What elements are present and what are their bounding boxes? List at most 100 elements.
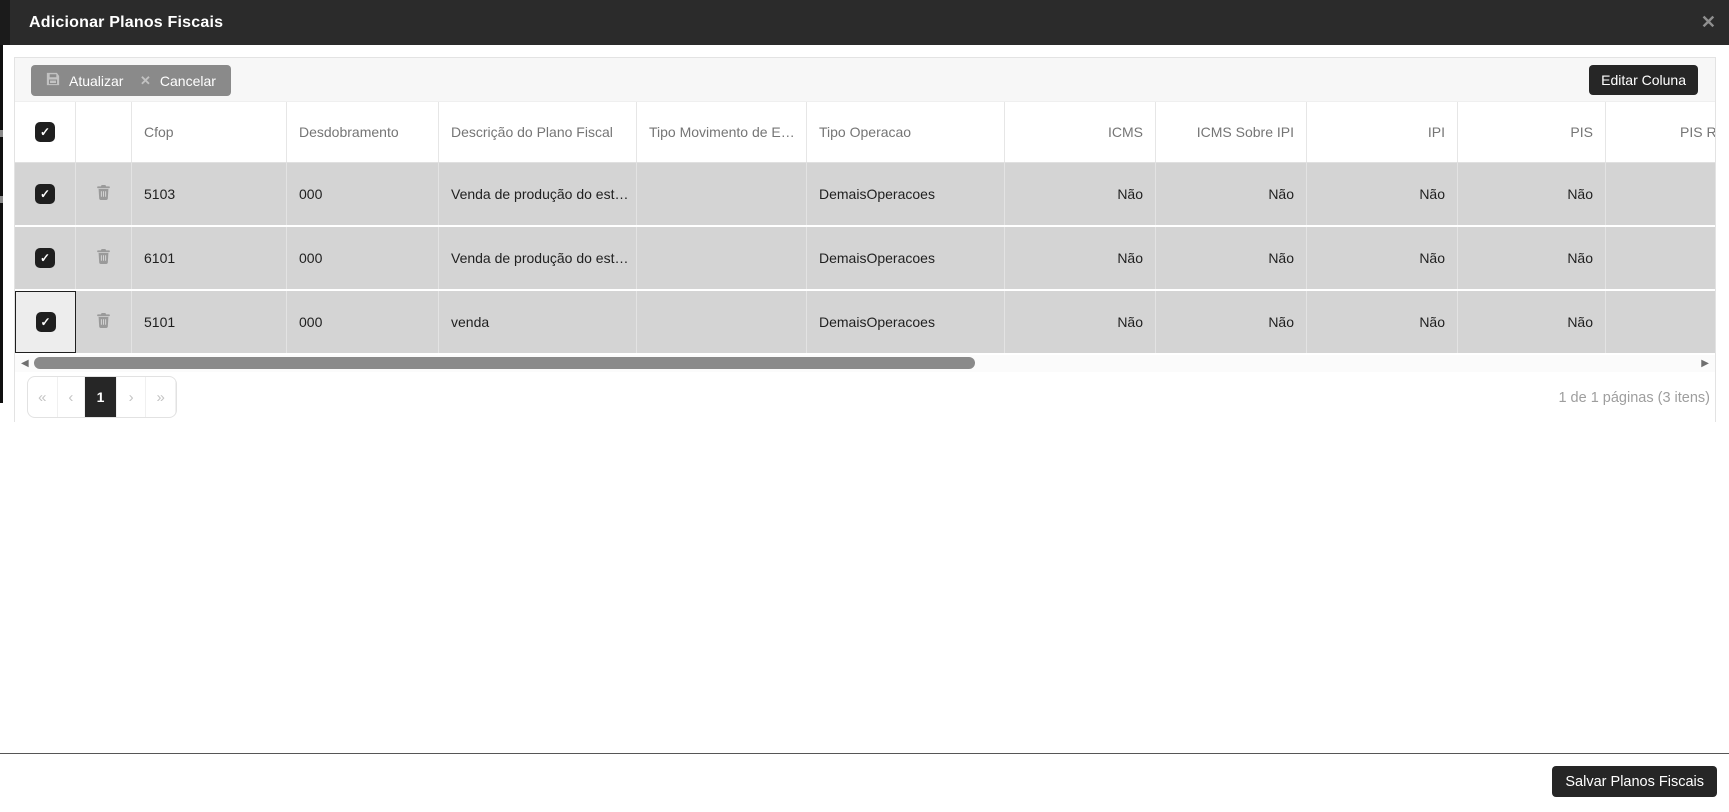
- modal-titlebar: Adicionar Planos Fiscais ✕: [0, 0, 1729, 45]
- editar-coluna-button[interactable]: Editar Coluna: [1589, 65, 1698, 95]
- column-header-icms[interactable]: ICMS: [1005, 102, 1156, 162]
- column-header-pis-re[interactable]: PIS Re: [1606, 102, 1715, 162]
- scrollbar-thumb[interactable]: [34, 357, 975, 369]
- atualizar-button[interactable]: Atualizar: [31, 65, 138, 96]
- cell-icms: Não: [1005, 227, 1156, 289]
- table-row[interactable]: ✓ 5101 000 venda DemaisOperacoes Não Não…: [15, 291, 1715, 353]
- salvar-planos-fiscais-button[interactable]: Salvar Planos Fiscais: [1552, 766, 1717, 797]
- cell-tipo-movimento: [637, 163, 807, 225]
- pagination-first-button[interactable]: «: [28, 377, 58, 417]
- pagination-group: « ‹ 1 › »: [27, 376, 177, 418]
- cell-icms: Não: [1005, 291, 1156, 353]
- cell-descricao: Venda de produção do est…: [439, 227, 637, 289]
- titlebar-seam: [0, 0, 10, 45]
- check-icon: ✓: [40, 187, 50, 201]
- cell-tipo-operacao: DemaisOperacoes: [807, 163, 1005, 225]
- cell-desdobramento: 000: [287, 163, 439, 225]
- column-header-descricao[interactable]: Descrição do Plano Fiscal: [439, 102, 637, 162]
- cell-tipo-operacao: DemaisOperacoes: [807, 291, 1005, 353]
- trash-icon: [97, 313, 110, 331]
- scroll-right-icon[interactable]: ▶: [1701, 355, 1709, 372]
- cell-ipi: Não: [1307, 163, 1458, 225]
- cell-pis-re: [1606, 163, 1715, 225]
- pagination-info: 1 de 1 páginas (3 itens): [1558, 372, 1710, 424]
- cell-pis: Não: [1458, 163, 1606, 225]
- column-header-actions: [76, 102, 132, 162]
- modal-title: Adicionar Planos Fiscais: [29, 0, 223, 45]
- cell-icms-sobre-ipi: Não: [1156, 291, 1307, 353]
- cell-pis: Não: [1458, 227, 1606, 289]
- row-checkbox-cell[interactable]: ✓: [15, 163, 76, 225]
- cell-ipi: Não: [1307, 227, 1458, 289]
- modal-dialog: Adicionar Planos Fiscais ✕ Atualizar ✕: [0, 0, 1729, 812]
- cell-pis-re: [1606, 227, 1715, 289]
- cancelar-label: Cancelar: [160, 73, 216, 89]
- cell-tipo-movimento: [637, 291, 807, 353]
- pagination-page-1-button[interactable]: 1: [85, 377, 117, 417]
- check-icon: ✓: [40, 315, 50, 329]
- cell-descricao: venda: [439, 291, 637, 353]
- row-checkbox[interactable]: ✓: [35, 248, 55, 268]
- column-header-pis[interactable]: PIS: [1458, 102, 1606, 162]
- delete-row-button[interactable]: [97, 313, 110, 331]
- row-actions-cell: [76, 163, 132, 225]
- pagination-last-button[interactable]: »: [146, 377, 176, 417]
- background-page-fragment: [0, 130, 3, 137]
- cell-icms-sobre-ipi: Não: [1156, 163, 1307, 225]
- footer-divider: [0, 753, 1729, 754]
- background-page-fragment: [0, 196, 3, 203]
- table-header-row: ✓ Cfop Desdobramento Descrição do Plano …: [15, 102, 1715, 163]
- cancel-x-icon: ✕: [140, 74, 151, 87]
- trash-icon: [97, 185, 110, 203]
- row-checkbox[interactable]: ✓: [36, 312, 56, 332]
- table-row[interactable]: ✓ 6101 000 Venda de produção do est… Dem…: [15, 227, 1715, 289]
- row-checkbox[interactable]: ✓: [35, 184, 55, 204]
- cell-cfop: 5103: [132, 163, 287, 225]
- table-rows: ✓ 5103 000 Venda de produção do est… Dem…: [15, 163, 1715, 353]
- column-header-desdobramento[interactable]: Desdobramento: [287, 102, 439, 162]
- cell-cfop: 5101: [132, 291, 287, 353]
- cell-ipi: Não: [1307, 291, 1458, 353]
- horizontal-scrollbar[interactable]: ◀ ▶: [15, 355, 1715, 372]
- grid-toolbar: Atualizar ✕ Cancelar Editar Coluna: [15, 58, 1715, 102]
- row-checkbox-cell[interactable]: ✓: [15, 291, 76, 353]
- pagination-prev-button[interactable]: ‹: [58, 377, 86, 417]
- column-header-cfop[interactable]: Cfop: [132, 102, 287, 162]
- column-header-tipo-movimento[interactable]: Tipo Movimento de E…: [637, 102, 807, 162]
- delete-row-button[interactable]: [97, 185, 110, 203]
- atualizar-label: Atualizar: [69, 73, 123, 89]
- cell-desdobramento: 000: [287, 227, 439, 289]
- delete-row-button[interactable]: [97, 249, 110, 267]
- scroll-left-icon[interactable]: ◀: [21, 355, 29, 372]
- trash-icon: [97, 249, 110, 267]
- check-icon: ✓: [40, 125, 50, 139]
- cell-icms: Não: [1005, 163, 1156, 225]
- cell-pis: Não: [1458, 291, 1606, 353]
- row-actions-cell: [76, 291, 132, 353]
- column-header-tipo-operacao[interactable]: Tipo Operacao: [807, 102, 1005, 162]
- column-header-ipi[interactable]: IPI: [1307, 102, 1458, 162]
- cell-cfop: 6101: [132, 227, 287, 289]
- column-header-icms-sobre-ipi[interactable]: ICMS Sobre IPI: [1156, 102, 1307, 162]
- salvar-label: Salvar Planos Fiscais: [1565, 774, 1704, 790]
- row-actions-cell: [76, 227, 132, 289]
- cell-descricao: Venda de produção do est…: [439, 163, 637, 225]
- save-icon: [46, 72, 60, 89]
- table-row[interactable]: ✓ 5103 000 Venda de produção do est… Dem…: [15, 163, 1715, 225]
- select-all-checkbox[interactable]: ✓: [35, 122, 55, 142]
- pagination-next-button[interactable]: ›: [117, 377, 147, 417]
- row-checkbox-cell[interactable]: ✓: [15, 227, 76, 289]
- cell-tipo-operacao: DemaisOperacoes: [807, 227, 1005, 289]
- editar-coluna-label: Editar Coluna: [1601, 72, 1686, 88]
- cell-tipo-movimento: [637, 227, 807, 289]
- check-icon: ✓: [40, 251, 50, 265]
- cell-pis-re: [1606, 291, 1715, 353]
- close-icon: ✕: [1701, 12, 1716, 33]
- cell-desdobramento: 000: [287, 291, 439, 353]
- close-button[interactable]: ✕: [1701, 0, 1716, 45]
- cancelar-button[interactable]: ✕ Cancelar: [125, 65, 231, 96]
- pagination-bar: « ‹ 1 › » 1 de 1 páginas (3 itens): [15, 372, 1715, 424]
- grid-panel: Atualizar ✕ Cancelar Editar Coluna ✓ Cfo…: [14, 57, 1716, 422]
- select-all-cell: ✓: [15, 102, 76, 162]
- cell-icms-sobre-ipi: Não: [1156, 227, 1307, 289]
